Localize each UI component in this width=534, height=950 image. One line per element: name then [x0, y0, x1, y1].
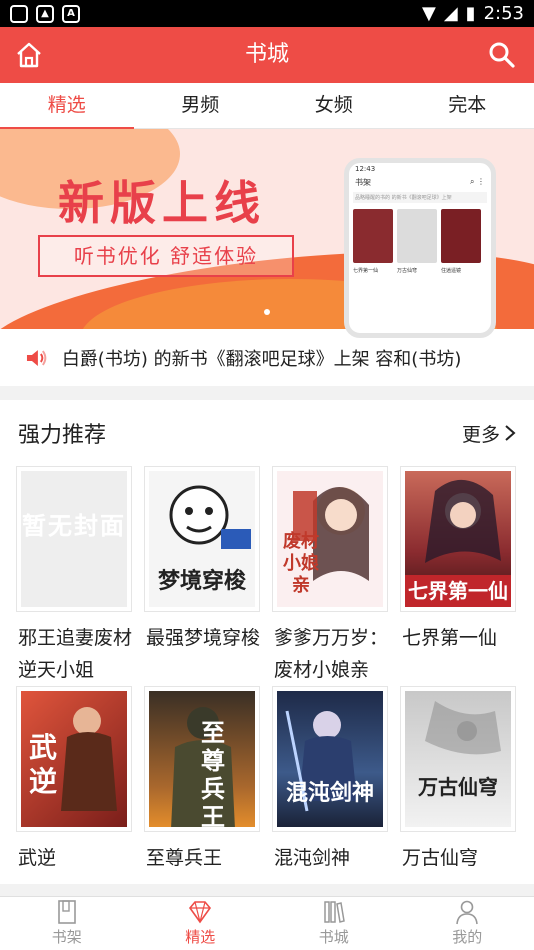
cover-title-text: 万古仙穹 — [418, 775, 498, 799]
cover-art — [169, 485, 251, 549]
diamond-icon — [189, 901, 212, 924]
book-title: 至尊兵王 — [146, 847, 223, 869]
book-title: 最强梦境穿梭 — [146, 627, 261, 649]
cover-art — [425, 479, 501, 563]
nav-label: 书城 — [318, 928, 349, 946]
phone-title: 书架 — [355, 178, 371, 187]
book-card[interactable]: 至尊兵王 至尊兵王 — [144, 686, 262, 906]
book-grid: 暂无封面 邪王追妻废材逆天小姐 梦境穿梭 最强梦境穿梭 废材小娘亲 爹爹万万岁：… — [16, 466, 520, 906]
signal-icon: ◢ — [443, 3, 458, 24]
nav-label: 精选 — [185, 928, 216, 946]
bottom-divider — [0, 884, 534, 896]
book-card[interactable]: 梦境穿梭 最强梦境穿梭 — [144, 466, 262, 686]
phone-note: 品略睡醒的书的 的新书《翻滚吧足球》上架 — [353, 192, 487, 203]
cover-title-text: 七界第一仙 — [405, 575, 511, 607]
book-title: 爹爹万万岁：废材小娘亲 — [274, 627, 389, 681]
page-title: 书城 — [244, 42, 289, 67]
book-card[interactable]: 武逆 武逆 — [16, 686, 134, 906]
book-title: 万古仙穹 — [402, 847, 479, 869]
book-card[interactable]: 万古仙穹 万古仙穹 — [400, 686, 518, 906]
battery-icon: ▮ — [465, 3, 476, 24]
cover-title-text: 废材小娘亲 — [283, 531, 319, 596]
phone-book-cover — [353, 209, 393, 263]
books-icon — [324, 901, 345, 923]
book-cover[interactable]: 混沌剑神 — [272, 686, 388, 832]
nav-profile[interactable]: 我的 — [401, 897, 534, 950]
speaker-icon — [26, 350, 47, 366]
book-card[interactable]: 七界第一仙 七界第一仙 — [400, 466, 518, 686]
a-notification-icon: A — [62, 4, 80, 23]
bookshelf-icon — [57, 900, 76, 924]
book-cover[interactable]: 七界第一仙 — [400, 466, 516, 612]
cover-title-text: 武逆 — [28, 731, 57, 798]
cover-placeholder-text: 暂无封面 — [22, 512, 126, 540]
announcement-bar[interactable]: 白爵(书坊) 的新书《翻滚吧足球》上架 容和(书坊) — [0, 330, 534, 386]
phone-book-label: 七界第一仙 — [353, 268, 379, 274]
notification-icon — [10, 4, 28, 23]
phone-search-icon: ⌕ ⋮ — [469, 177, 485, 186]
banner-headline: 新版上线 — [58, 176, 266, 230]
section-title: 强力推荐 — [18, 423, 107, 448]
recommend-section-header: 强力推荐 更多 — [0, 400, 534, 466]
phone-book-labels: 七界第一仙 万古仙穹 住逍遥镜 — [349, 267, 491, 274]
search-icon[interactable] — [488, 41, 516, 69]
section-divider — [0, 386, 534, 400]
nav-label: 我的 — [452, 928, 483, 946]
cover-title-text: 混沌剑神 — [285, 781, 374, 806]
app-header: 书城 — [0, 27, 534, 83]
phone-book-label: 住逍遥镜 — [441, 268, 462, 274]
cover-title-text: 至尊兵王 — [201, 719, 225, 827]
status-time: 2:53 — [483, 3, 524, 24]
tab-featured[interactable]: 精选 — [0, 83, 134, 129]
phone-book-cover — [397, 209, 437, 263]
book-cover[interactable]: 至尊兵王 — [144, 686, 260, 832]
nav-bookstore[interactable]: 书城 — [267, 897, 401, 950]
category-tabs: 精选 男频 女频 完本 — [0, 83, 534, 129]
book-title: 武逆 — [18, 847, 57, 869]
banner-subline: 听书优化 舒适体验 — [38, 235, 294, 277]
app-notification-icon: ▲ — [36, 4, 54, 23]
bottom-nav: 书架 精选 书城 我的 — [0, 896, 534, 950]
book-cover[interactable]: 武逆 — [16, 686, 132, 832]
phone-mockup: 12:43 书架 ⌕ ⋮ 品略睡醒的书的 的新书《翻滚吧足球》上架 七界第一仙 … — [344, 158, 496, 338]
book-title: 混沌剑神 — [274, 847, 351, 869]
book-cover[interactable]: 万古仙穹 — [400, 686, 516, 832]
nav-bookshelf[interactable]: 书架 — [0, 897, 134, 950]
phone-book-label: 万古仙穹 — [397, 268, 418, 274]
book-card[interactable]: 废材小娘亲 爹爹万万岁：废材小娘亲 — [272, 466, 390, 686]
person-icon — [456, 900, 479, 925]
status-bar: ▲ A ▼ ◢ ▮ 2:53 — [0, 0, 534, 27]
chevron-right-icon — [505, 425, 516, 441]
phone-book-cover — [441, 209, 481, 263]
carousel-indicator — [264, 309, 270, 315]
phone-title-row: 书架 ⌕ ⋮ — [349, 175, 491, 190]
phone-status-time: 12:43 — [355, 165, 376, 173]
book-cover[interactable]: 废材小娘亲 — [272, 466, 388, 612]
book-card[interactable]: 暂无封面 邪王追妻废材逆天小姐 — [16, 466, 134, 686]
more-label: 更多 — [461, 423, 500, 446]
cover-art — [425, 701, 501, 755]
more-button[interactable]: 更多 — [462, 420, 516, 447]
nav-label: 书架 — [51, 928, 82, 946]
tab-completed[interactable]: 完本 — [401, 83, 534, 128]
book-cover[interactable]: 暂无封面 — [16, 466, 132, 612]
tab-male[interactable]: 男频 — [134, 83, 268, 128]
book-card[interactable]: 混沌剑神 混沌剑神 — [272, 686, 390, 906]
cover-title-text: 梦境穿梭 — [157, 569, 246, 594]
phone-book-row — [349, 205, 491, 267]
book-cover[interactable]: 梦境穿梭 — [144, 466, 260, 612]
announcement-text: 白爵(书坊) 的新书《翻滚吧足球》上架 容和(书坊) — [61, 349, 462, 370]
nav-featured[interactable]: 精选 — [134, 897, 268, 950]
book-title: 七界第一仙 — [402, 627, 498, 649]
wifi-icon: ▼ — [421, 3, 436, 24]
book-title: 邪王追妻废材逆天小姐 — [18, 627, 133, 681]
tab-female[interactable]: 女频 — [267, 83, 401, 128]
status-notifications: ▲ A — [10, 4, 80, 23]
